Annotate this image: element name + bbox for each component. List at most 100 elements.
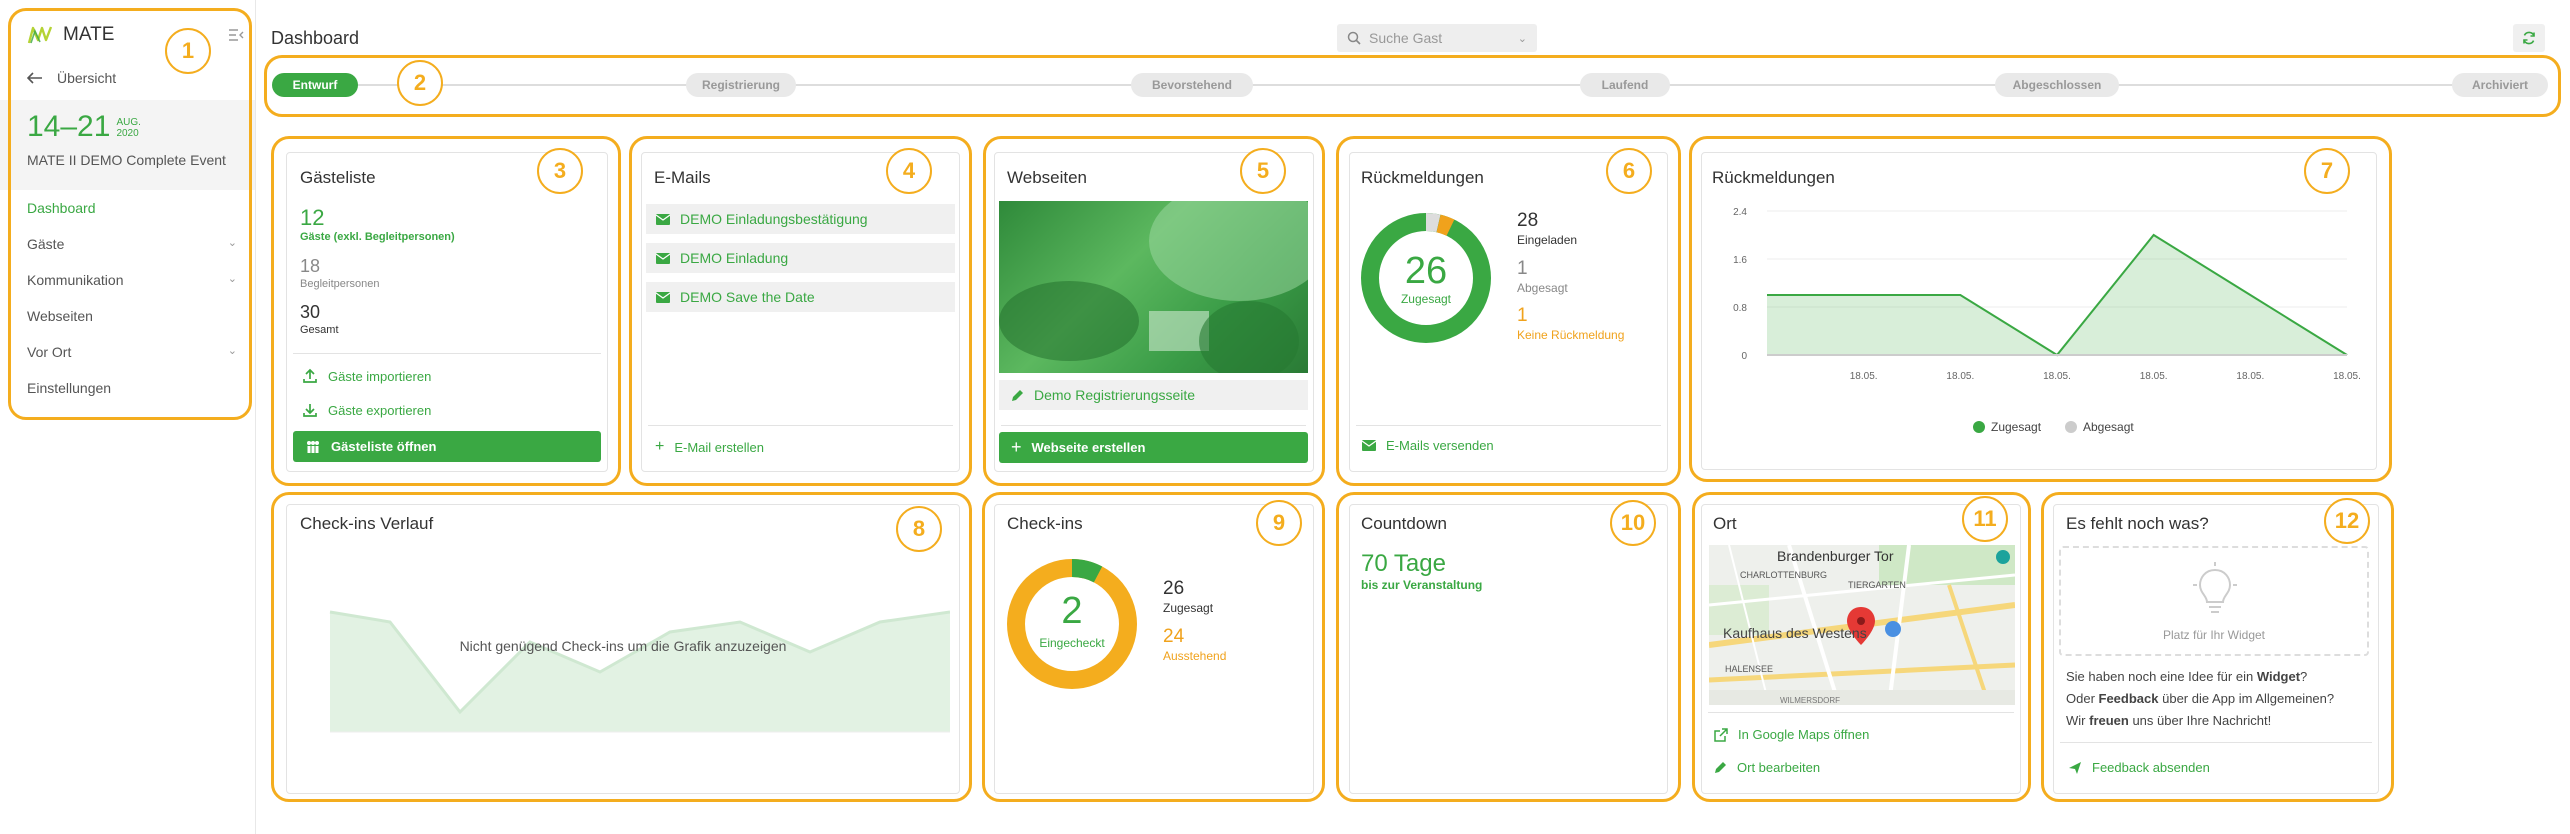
create-email-label: E-Mail erstellen <box>674 439 764 455</box>
upload-icon <box>303 368 317 383</box>
callout-1: 1 <box>165 28 211 74</box>
callout-3: 3 <box>537 148 583 194</box>
email-item-label: DEMO Einladungsbestätigung <box>680 211 868 227</box>
edit-location-label: Ort bearbeiten <box>1737 760 1821 775</box>
pencil-icon <box>1012 389 1023 401</box>
location-title: Ort <box>1713 514 1737 533</box>
website-page-item[interactable]: Demo Registrierungsseite <box>999 380 1308 410</box>
text-bold: Feedback <box>2098 691 2159 706</box>
rsvp-invited-count: 28 <box>1517 210 1539 231</box>
countdown-sub: bis zur Veranstaltung <box>1361 578 1483 592</box>
step-entwurf[interactable]: Entwurf <box>272 73 358 97</box>
guest-list-title: Gästeliste <box>300 168 376 187</box>
text-bold: freuen <box>2089 713 2129 728</box>
widget-placeholder-label: Platz für Ihr Widget <box>2162 628 2266 642</box>
page-title: Dashboard <box>271 28 360 48</box>
callout-9: 9 <box>1256 500 1302 546</box>
checkins-accepted-label: Zugesagt <box>1163 601 1214 615</box>
legend-label: Zugesagt <box>1991 420 2042 434</box>
text: Oder <box>2066 691 2099 706</box>
download-icon <box>303 404 317 417</box>
rsvp-declined-label: Abgesagt <box>1517 281 1568 295</box>
lightbulb-icon <box>2193 562 2237 613</box>
refresh-button[interactable] <box>2513 24 2545 52</box>
callout-8: 8 <box>896 506 942 552</box>
email-item[interactable]: DEMO Einladungsbestätigung <box>646 204 955 234</box>
feedback-text-line-1: Sie haben noch eine Idee für ein Widget? <box>2066 669 2307 684</box>
legend-marker <box>1973 421 1985 433</box>
search-icon <box>1347 31 1361 45</box>
text-bold: Widget <box>2256 669 2301 684</box>
text: Wir <box>2066 713 2090 728</box>
open-guest-list-label: Gästeliste öffnen <box>331 439 437 454</box>
import-guests-link[interactable]: Gäste importieren <box>302 368 431 384</box>
y-tick-label: 1.6 <box>1733 255 1747 266</box>
countdown-value: 70 Tage <box>1361 550 1446 577</box>
open-guest-list-button[interactable]: Gästeliste öffnen <box>293 431 601 462</box>
emails-card <box>641 152 960 472</box>
callout-2: 2 <box>397 60 443 106</box>
map-label: HALENSEE <box>1725 664 1774 674</box>
emails-title: E-Mails <box>654 168 711 187</box>
y-tick-label: 2.4 <box>1733 207 1747 218</box>
companion-count: 18 <box>300 256 321 276</box>
checkins-accepted-count: 26 <box>1163 578 1185 599</box>
step-archiviert[interactable]: Archiviert <box>2452 73 2548 97</box>
envelope-icon <box>656 213 670 225</box>
map-label: CHARLOTTENBURG <box>1740 570 1828 580</box>
step-bevorstehend[interactable]: Bevorstehend <box>1131 73 1253 97</box>
legend-label: Abgesagt <box>2083 420 2134 434</box>
email-item[interactable]: DEMO Save the Date <box>646 282 955 312</box>
create-website-label: Webseite erstellen <box>1031 440 1146 455</box>
send-icon <box>2069 761 2081 774</box>
step-laufend[interactable]: Laufend <box>1580 73 1670 97</box>
x-tick-label: 18.05. <box>2043 371 2071 382</box>
email-item[interactable]: DEMO Einladung <box>646 243 955 273</box>
x-tick-label: 18.05. <box>2236 371 2264 382</box>
edit-location-link[interactable]: Ort bearbeiten <box>1714 760 1820 775</box>
feedback-text-line-3: Wir freuen uns über Ihre Nachricht! <box>2066 713 2271 728</box>
step-abgeschlossen[interactable]: Abgeschlossen <box>1995 73 2119 97</box>
envelope-icon <box>656 291 670 303</box>
send-emails-label: E-Mails versenden <box>1386 438 1494 453</box>
feedback-title: Es fehlt noch was? <box>2066 514 2209 533</box>
checkin-history-title: Check-ins Verlauf <box>300 514 434 533</box>
email-item-label: DEMO Einladung <box>680 250 789 266</box>
import-label: Gäste importieren <box>328 368 432 384</box>
divider <box>1001 425 1306 426</box>
x-tick-label: 18.05. <box>1850 371 1878 382</box>
send-emails-link[interactable]: E-Mails versenden <box>1362 438 1494 453</box>
companion-label: Begleitpersonen <box>300 278 380 290</box>
x-tick-label: 18.05. <box>2333 371 2361 382</box>
divider <box>2060 742 2372 743</box>
text: Sie haben noch eine Idee für ein <box>2066 669 2257 684</box>
callout-11: 11 <box>1962 496 2008 542</box>
guest-list-card <box>286 152 608 472</box>
map-label: TIERGARTEN <box>1848 580 1906 590</box>
rsvp-pending-count: 1 <box>1517 305 1528 326</box>
rsvp-title: Rückmeldungen <box>1361 168 1484 187</box>
rsvp-invited-label: Eingeladen <box>1517 233 1578 247</box>
y-tick-label: 0 <box>1741 351 1747 362</box>
legend-marker <box>2065 421 2077 433</box>
guest-search-input[interactable]: Suche Gast ⌄ <box>1337 24 1537 52</box>
open-google-maps-link[interactable]: In Google Maps öffnen <box>1714 727 1869 742</box>
y-tick-label: 0.8 <box>1733 303 1747 314</box>
rsvp-accepted-count: 26 <box>1404 250 1448 292</box>
website-preview-image[interactable] <box>999 201 1308 373</box>
total-count: 30 <box>300 302 321 322</box>
checked-in-label: Eingecheckt <box>1039 636 1105 650</box>
guest-count: 12 <box>300 205 325 230</box>
step-registrierung[interactable]: Registrierung <box>686 73 796 97</box>
guest-count-label: Gäste (exkl. Begleitpersonen) <box>300 231 455 243</box>
refresh-icon <box>2523 31 2535 45</box>
create-website-button[interactable]: + Webseite erstellen <box>999 432 1308 463</box>
export-guests-link[interactable]: Gäste exportieren <box>302 402 431 418</box>
total-label: Gesamt <box>300 324 339 336</box>
callout-7: 7 <box>2304 148 2350 194</box>
create-email-link[interactable]: + E-Mail erstellen <box>655 438 764 456</box>
stepper-line <box>300 84 2540 86</box>
text: ? <box>2300 669 2308 684</box>
checkin-history-empty-message: Nicht genügend Check-ins um die Grafik a… <box>459 638 787 654</box>
send-feedback-link[interactable]: Feedback absenden <box>2068 760 2210 775</box>
